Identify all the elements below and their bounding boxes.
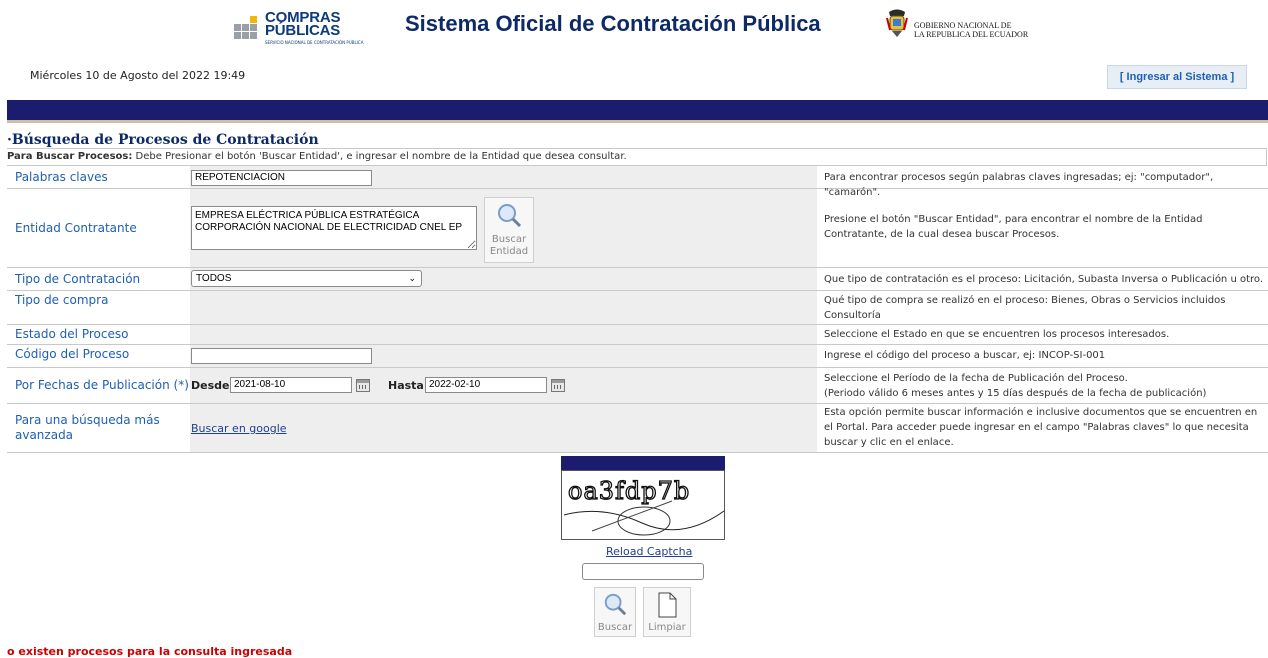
calendar-icon[interactable] bbox=[551, 379, 565, 392]
keywords-label: Palabras claves bbox=[15, 170, 108, 184]
reload-captcha-link[interactable]: Reload Captcha bbox=[606, 545, 692, 558]
captcha-header-bar bbox=[561, 456, 725, 470]
site-title: Sistema Oficial de Contratación Pública bbox=[405, 11, 821, 36]
row-code: Código del Proceso Ingrese el código del… bbox=[7, 345, 1268, 368]
magnifier-icon bbox=[604, 593, 627, 616]
page-header: COMPRAS PÚBLICAS SERVICIO NACIONAL DE CON… bbox=[0, 0, 1268, 50]
keywords-input[interactable] bbox=[191, 170, 372, 186]
chevron-down-icon: ⌄ bbox=[408, 273, 416, 283]
to-label: Hasta: bbox=[388, 379, 429, 392]
code-input[interactable] bbox=[191, 348, 372, 364]
to-date-input[interactable] bbox=[425, 377, 547, 393]
contract-type-select[interactable]: TODOS ⌄ bbox=[191, 270, 422, 287]
purchase-type-label: Tipo de compra bbox=[15, 293, 109, 307]
no-results-message: o existen procesos para la consulta ingr… bbox=[7, 645, 293, 658]
search-button[interactable]: Buscar bbox=[594, 587, 636, 637]
dates-help-line1: Seleccione el Período de la fecha de Pub… bbox=[824, 373, 1128, 384]
row-keywords: Palabras claves Para encontrar procesos … bbox=[7, 166, 1268, 198]
compras-publicas-logo: COMPRAS PÚBLICAS SERVICIO NACIONAL DE CON… bbox=[234, 10, 363, 46]
clear-button[interactable]: Limpiar bbox=[643, 587, 691, 637]
advanced-help: Esta opción permite buscar información e… bbox=[824, 407, 1258, 448]
login-button[interactable]: [ Ingresar al Sistema ] bbox=[1107, 65, 1247, 89]
advanced-label: Para una búsqueda más avanzada bbox=[15, 413, 160, 442]
magnifier-icon bbox=[498, 204, 522, 228]
contract-type-label: Tipo de Contratación bbox=[15, 272, 141, 286]
from-date-input[interactable] bbox=[230, 377, 352, 393]
row-dates: Por Fechas de Publicación (*) Desde: Has… bbox=[7, 368, 1268, 404]
entity-label: Entidad Contratante bbox=[15, 221, 137, 235]
row-advanced: Para una búsqueda más avanzada Buscar en… bbox=[7, 404, 1268, 453]
instructions-note: Para Buscar Procesos: Debe Presionar el … bbox=[7, 148, 1267, 166]
calendar-icon[interactable] bbox=[356, 379, 370, 392]
blank-document-icon bbox=[658, 592, 677, 618]
buscar-entidad-button[interactable]: Buscar Entidad bbox=[484, 197, 534, 263]
row-entity: Entidad Contratante EMPRESA ELÉCTRICA PÚ… bbox=[7, 189, 1268, 268]
entity-textarea[interactable]: EMPRESA ELÉCTRICA PÚBLICA ESTRATÉGICA CO… bbox=[191, 206, 477, 250]
captcha-input[interactable] bbox=[582, 563, 704, 580]
purchase-type-help: Qué tipo de compra se realizó en el proc… bbox=[824, 295, 1226, 321]
coat-of-arms-icon bbox=[886, 9, 908, 37]
captcha-image: oa3fdp7b bbox=[561, 470, 725, 540]
status-help: Seleccione el Estado en que se encuentre… bbox=[824, 329, 1170, 340]
dates-label: Por Fechas de Publicación (*) bbox=[15, 378, 189, 392]
row-purchase-type: Tipo de compra Qué tipo de compra se rea… bbox=[7, 291, 1268, 325]
search-form: Para Buscar Procesos: Debe Presionar el … bbox=[7, 148, 1268, 453]
code-label: Código del Proceso bbox=[15, 347, 130, 361]
google-search-link[interactable]: Buscar en google bbox=[191, 422, 287, 435]
code-help: Ingrese el código del proceso a buscar, … bbox=[824, 350, 1106, 361]
dates-help-line2: (Periodo válido 6 meses antes y 15 días … bbox=[824, 388, 1207, 399]
current-date: Miércoles 10 de Agosto del 2022 19:49 bbox=[30, 69, 246, 82]
row-contract-type: Tipo de Contratación TODOS ⌄ Que tipo de… bbox=[7, 268, 1268, 291]
from-label: Desde: bbox=[191, 379, 234, 392]
status-label: Estado del Proceso bbox=[15, 327, 129, 341]
row-status: Estado del Proceso Seleccione el Estado … bbox=[7, 325, 1268, 345]
contract-type-help: Que tipo de contratación es el proceso: … bbox=[824, 274, 1264, 285]
navigation-bar bbox=[7, 100, 1268, 123]
entity-help: Presione el botón "Buscar Entidad", para… bbox=[824, 214, 1203, 240]
section-title: ·Búsqueda de Procesos de Contratación bbox=[7, 132, 319, 148]
